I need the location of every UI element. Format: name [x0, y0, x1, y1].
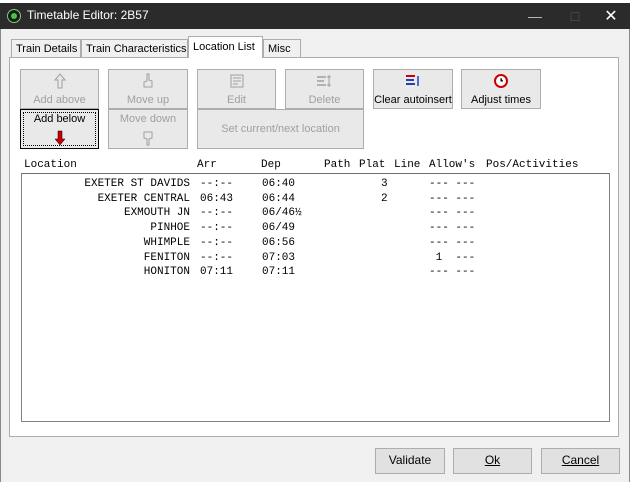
- cell-location: FENITON: [143, 251, 190, 264]
- cell-dep: 06/49: [262, 222, 296, 235]
- cell-arr: --:--: [200, 178, 234, 190]
- cell-location: HONITON: [143, 266, 190, 279]
- move-up-label: Move up: [126, 94, 170, 106]
- cell-arr: --:--: [200, 236, 234, 249]
- cell-dep: 07:03: [262, 251, 296, 264]
- table-row[interactable]: PINHOE --:-- 06/49 --- ---: [22, 222, 609, 236]
- validate-button[interactable]: Validate: [375, 448, 445, 474]
- header-arr: Arr: [197, 159, 217, 171]
- edit-label: Edit: [227, 94, 246, 106]
- up-arrow-icon: [21, 73, 98, 89]
- table-row[interactable]: EXMOUTH JN --:-- 06/46½ --- ---: [22, 207, 609, 221]
- cell-dep: 06:40: [262, 178, 296, 190]
- header-allows: Allow's: [429, 159, 476, 171]
- cell-arr: --:--: [200, 251, 234, 264]
- clear-autoinsert-label: Clear autoinsert: [374, 94, 452, 106]
- clear-autoinsert-button[interactable]: Clear autoinsert: [373, 69, 453, 109]
- cell-allow: --- ---: [429, 207, 476, 220]
- adjust-times-button[interactable]: Adjust times: [461, 69, 541, 109]
- cell-plat: 3: [381, 178, 388, 190]
- header-line: Line: [394, 159, 421, 171]
- tab-train-characteristics-label: Train Characteristics: [86, 43, 187, 55]
- table-row[interactable]: EXETER ST DAVIDS --:-- 06:40 3 --- ---: [22, 178, 609, 192]
- delete-button[interactable]: Delete: [285, 69, 364, 109]
- set-current-location-label: Set current/next location: [221, 123, 340, 135]
- table-row[interactable]: HONITON 07:11 07:11 --- ---: [22, 266, 609, 280]
- window-title: Timetable Editor: 2B57: [27, 8, 149, 22]
- cell-location: EXMOUTH JN: [123, 207, 190, 220]
- tab-location-list[interactable]: Location List: [188, 36, 263, 58]
- cell-allow: --- ---: [429, 192, 476, 205]
- close-button[interactable]: ✕: [596, 3, 626, 29]
- tab-location-list-label: Location List: [193, 41, 255, 53]
- tab-train-details-label: Train Details: [16, 43, 78, 55]
- add-above-button[interactable]: Add above: [20, 69, 99, 109]
- header-plat: Plat: [359, 159, 386, 171]
- set-current-location-button[interactable]: Set current/next location: [197, 109, 364, 149]
- adjust-times-label: Adjust times: [471, 94, 531, 106]
- header-path: Path: [324, 159, 351, 171]
- minimize-button[interactable]: —: [520, 3, 550, 29]
- tab-misc[interactable]: Misc: [263, 39, 301, 57]
- move-down-button[interactable]: Move down: [108, 109, 188, 149]
- cell-allow: --- ---: [429, 236, 476, 249]
- header-location: Location: [24, 159, 77, 171]
- cell-location: EXETER ST DAVIDS: [84, 178, 190, 190]
- hand-up-icon: [109, 73, 187, 89]
- app-icon: [7, 9, 21, 23]
- cancel-label: Cancel: [561, 453, 600, 467]
- clear-autoinsert-icon: [374, 73, 452, 89]
- table-row[interactable]: EXETER CENTRAL 06:43 06:44 2 --- ---: [22, 193, 609, 207]
- cell-dep: 06:56: [262, 236, 296, 249]
- cell-dep: 06/46½: [262, 207, 302, 220]
- add-below-button[interactable]: Add below: [20, 109, 99, 149]
- cell-arr: --:--: [200, 207, 234, 220]
- table-row[interactable]: WHIMPLE --:-- 06:56 --- ---: [22, 237, 609, 251]
- maximize-button[interactable]: □: [560, 3, 590, 29]
- add-below-label: Add below: [33, 113, 86, 125]
- delete-row-icon: [286, 73, 363, 89]
- clock-icon: [462, 73, 540, 89]
- tab-train-details[interactable]: Train Details: [11, 39, 81, 57]
- add-above-label: Add above: [33, 94, 86, 106]
- cell-location: EXETER CENTRAL: [97, 192, 190, 205]
- cell-dep: 07:11: [262, 266, 296, 279]
- cell-location: PINHOE: [150, 222, 190, 235]
- edit-icon: [198, 73, 275, 89]
- hand-down-icon: [109, 130, 187, 146]
- ok-label: Ok: [484, 453, 501, 467]
- tab-train-characteristics[interactable]: Train Characteristics: [81, 39, 188, 57]
- location-list[interactable]: EXETER ST DAVIDS --:-- 06:40 3 --- --- EXETER…: [21, 173, 610, 422]
- table-row[interactable]: FENITON --:-- 07:03 1 ---: [22, 252, 609, 266]
- header-dep: Dep: [261, 159, 281, 171]
- ok-button[interactable]: Ok: [453, 448, 532, 474]
- cell-allow: --- ---: [429, 222, 476, 235]
- cell-location: WHIMPLE: [143, 236, 190, 249]
- cell-arr: 06:43: [200, 192, 234, 205]
- tab-misc-label: Misc: [268, 43, 291, 55]
- move-up-button[interactable]: Move up: [108, 69, 188, 109]
- cancel-button[interactable]: Cancel: [541, 448, 620, 474]
- cell-plat: 2: [381, 192, 388, 205]
- cell-arr: --:--: [200, 222, 234, 235]
- header-pos-activities: Pos/Activities: [486, 159, 579, 171]
- cell-dep: 06:44: [262, 192, 296, 205]
- validate-label: Validate: [388, 453, 432, 467]
- cell-arr: 07:11: [200, 266, 234, 279]
- down-arrow-icon: [21, 130, 98, 146]
- delete-label: Delete: [308, 94, 341, 106]
- title-bar: Timetable Editor: 2B57 — □ ✕: [0, 3, 630, 29]
- edit-button[interactable]: Edit: [197, 69, 276, 109]
- move-down-label: Move down: [119, 113, 177, 125]
- cell-allow: --- ---: [429, 178, 476, 190]
- cell-allow: --- ---: [429, 266, 476, 279]
- cell-allow: 1 ---: [429, 251, 476, 264]
